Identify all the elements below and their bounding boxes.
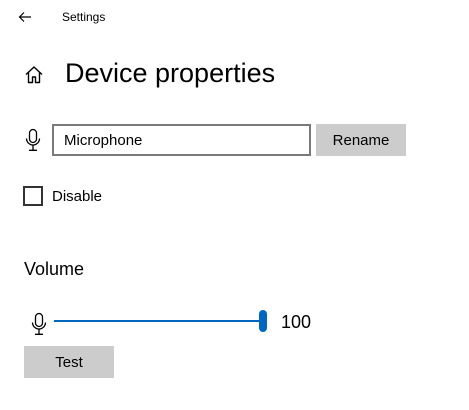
disable-label: Disable <box>52 187 103 205</box>
test-button[interactable]: Test <box>24 346 114 378</box>
device-name-input[interactable] <box>52 124 311 156</box>
volume-heading: Volume <box>24 259 85 279</box>
disable-checkbox-row[interactable]: Disable <box>23 185 102 207</box>
app-title: Settings <box>62 10 106 24</box>
back-arrow-icon <box>18 12 31 22</box>
volume-value: 100 <box>281 312 312 332</box>
home-icon <box>25 65 43 83</box>
microphone-icon <box>25 128 41 151</box>
slider-thumb[interactable] <box>259 310 267 332</box>
settings-window: Settings Device properties Rename Disabl… <box>0 0 469 410</box>
slider-fill <box>54 320 263 322</box>
page-title: Device properties <box>65 58 276 88</box>
microphone-icon <box>31 312 47 335</box>
disable-checkbox[interactable] <box>23 186 43 206</box>
home-button[interactable] <box>22 62 46 86</box>
volume-slider[interactable] <box>54 308 267 336</box>
back-button[interactable] <box>12 5 38 29</box>
title-bar: Settings <box>0 0 469 34</box>
rename-button[interactable]: Rename <box>316 124 406 156</box>
page-header: Device properties <box>0 52 469 96</box>
